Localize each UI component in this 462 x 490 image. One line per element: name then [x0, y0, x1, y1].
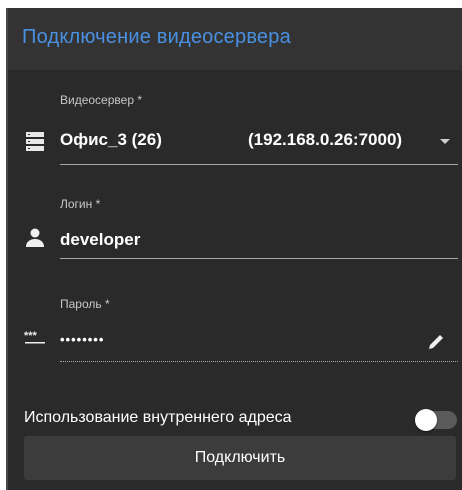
password-icon: *** — [24, 330, 45, 344]
dialog-header: Подключение видеосервера — [8, 8, 462, 70]
server-icon — [26, 132, 44, 151]
svg-text:***: *** — [24, 330, 38, 342]
dialog-title: Подключение видеосервера — [22, 26, 291, 48]
connect-button[interactable]: Подключить — [24, 436, 456, 480]
login-underline — [60, 258, 458, 259]
internal-address-toggle[interactable] — [415, 409, 457, 431]
video-server-name: Офис_3 (26) — [60, 130, 162, 149]
password-underline — [60, 361, 458, 362]
pencil-icon[interactable] — [426, 332, 446, 352]
password-input[interactable]: •••••••• — [60, 332, 104, 347]
login-label: Логин * — [60, 197, 101, 211]
server-connection-dialog: Подключение видеосервера Видеосервер * О… — [6, 8, 462, 490]
login-input[interactable]: developer — [60, 230, 140, 250]
video-server-address: (192.168.0.26:7000) — [248, 130, 403, 149]
chevron-down-icon[interactable] — [440, 139, 450, 144]
video-server-label: Видеосервер * — [60, 93, 142, 107]
password-label: Пароль * — [60, 297, 110, 311]
toggle-knob — [415, 409, 437, 431]
video-server-underline — [60, 164, 458, 165]
internal-address-label: Использование внутреннего адреса — [24, 409, 292, 426]
user-icon — [26, 228, 44, 247]
